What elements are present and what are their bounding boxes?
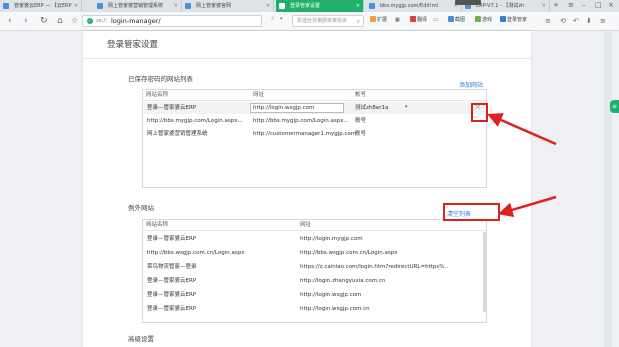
arrow-to-remove [487, 113, 557, 146]
annotation-arrows [487, 113, 557, 218]
arrow-to-clear [497, 195, 557, 218]
